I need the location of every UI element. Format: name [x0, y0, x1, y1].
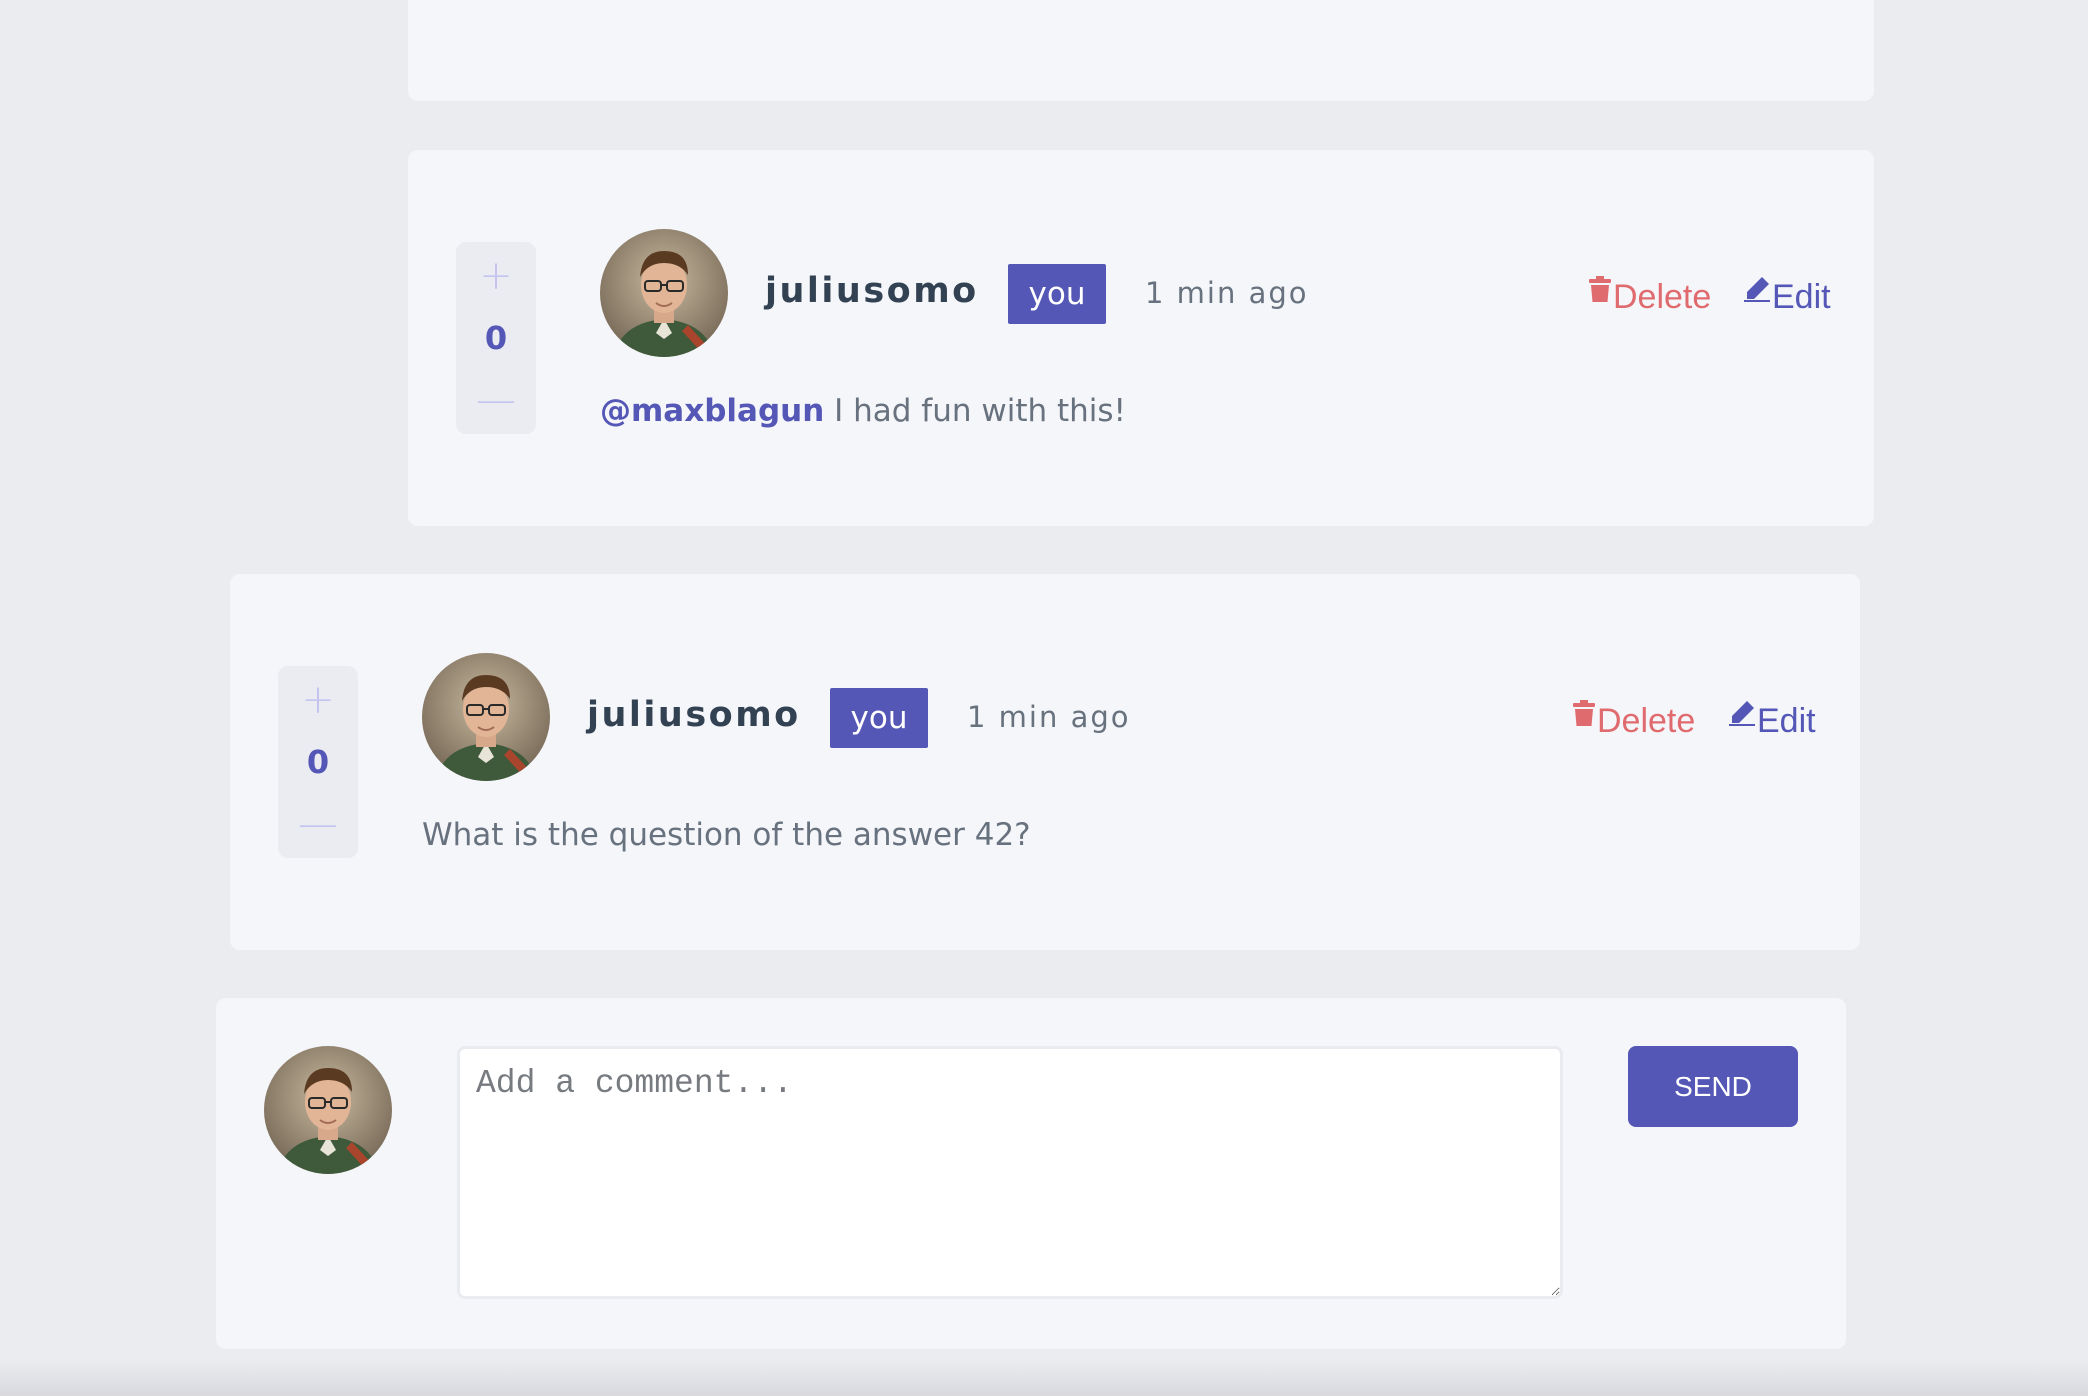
edit-button[interactable]: Edit [1729, 696, 1816, 741]
trash-icon [1573, 696, 1595, 735]
timestamp: 1 min ago [1145, 276, 1309, 310]
pencil-icon [1744, 272, 1770, 311]
username: juliusomo [765, 271, 979, 311]
send-button[interactable]: SEND [1628, 1046, 1798, 1127]
comment-card-previous [408, 0, 1874, 101]
vote-score: 0 [484, 319, 508, 357]
avatar [422, 653, 550, 781]
plus-icon[interactable]: + [301, 680, 335, 720]
minus-icon[interactable]: — [298, 804, 338, 844]
delete-button[interactable]: Delete [1589, 272, 1711, 317]
timestamp: 1 min ago [967, 700, 1131, 734]
comment-text: What is the question of the answer 42? [422, 817, 1031, 853]
reply-body: I had fun with this! [824, 393, 1126, 429]
reply-text: @maxblagun I had fun with this! [600, 393, 1126, 429]
mention-link[interactable]: @maxblagun [600, 393, 824, 429]
comment-vote-counter: + 0 — [278, 666, 358, 858]
minus-icon[interactable]: — [476, 380, 516, 420]
delete-label: Delete [1613, 278, 1712, 316]
bottom-fade [0, 1360, 2088, 1396]
edit-label: Edit [1757, 702, 1816, 740]
comment-textarea[interactable] [457, 1046, 1563, 1299]
edit-button[interactable]: Edit [1744, 272, 1831, 317]
edit-label: Edit [1772, 278, 1831, 316]
reply-vote-counter: + 0 — [456, 242, 536, 434]
current-user-avatar [264, 1046, 392, 1174]
you-badge: you [830, 688, 928, 748]
plus-icon[interactable]: + [479, 256, 513, 296]
vote-score: 0 [306, 743, 330, 781]
username: juliusomo [587, 695, 801, 735]
pencil-icon [1729, 696, 1755, 735]
you-badge: you [1008, 264, 1106, 324]
trash-icon [1589, 272, 1611, 311]
delete-label: Delete [1597, 702, 1696, 740]
avatar [600, 229, 728, 357]
delete-button[interactable]: Delete [1573, 696, 1695, 741]
